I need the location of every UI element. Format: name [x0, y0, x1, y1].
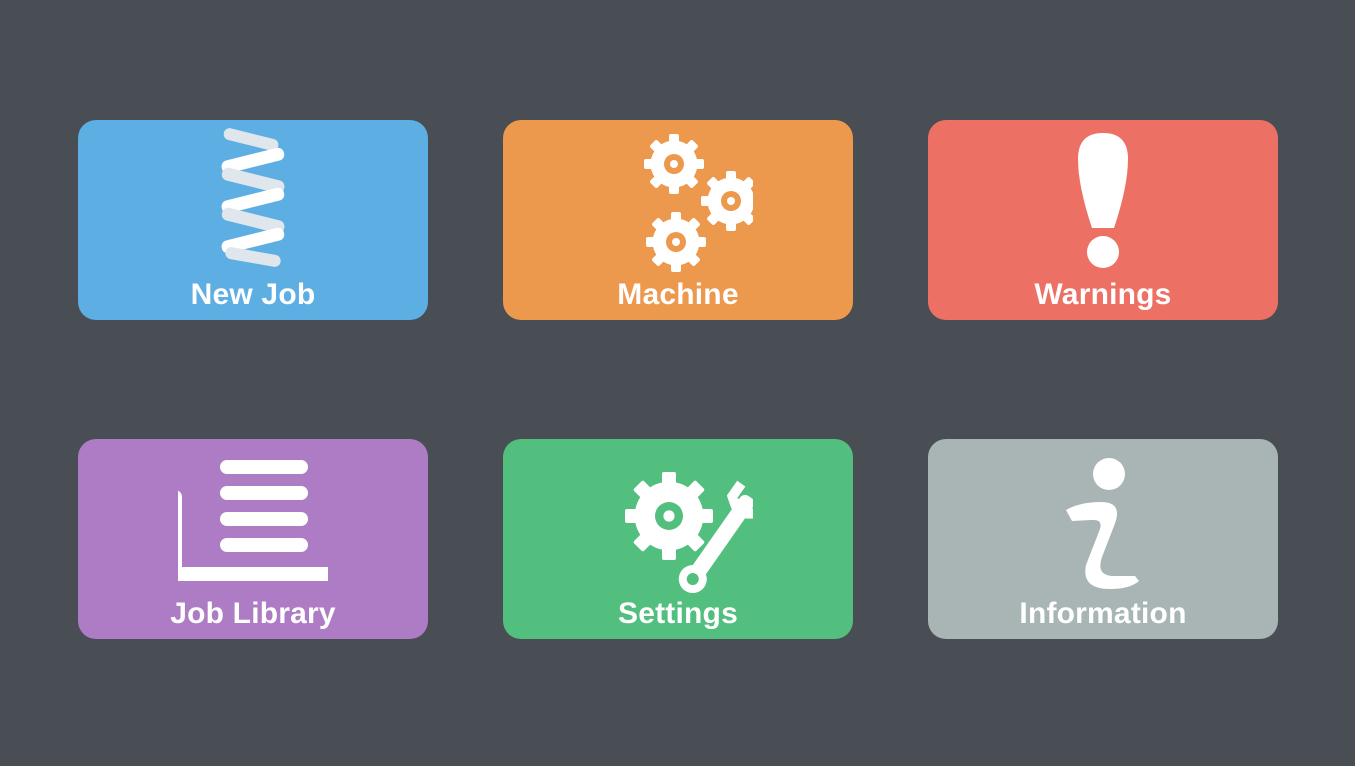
spring-icon	[178, 124, 328, 274]
information-button[interactable]: Information	[928, 439, 1278, 639]
new-job-label: New Job	[190, 278, 316, 311]
information-label: Information	[1019, 597, 1187, 630]
info-icon	[1028, 443, 1178, 593]
warnings-label: Warnings	[1034, 278, 1172, 311]
new-job-button[interactable]: New Job	[78, 120, 428, 320]
machine-label: Machine	[617, 278, 739, 311]
warnings-button[interactable]: Warnings	[928, 120, 1278, 320]
gears-icon	[603, 124, 753, 274]
job-library-button[interactable]: Job Library	[78, 439, 428, 639]
library-tray-icon	[178, 443, 328, 593]
job-library-label: Job Library	[170, 597, 336, 630]
machine-button[interactable]: Machine	[503, 120, 853, 320]
gear-wrench-icon	[603, 443, 753, 593]
exclamation-icon	[1028, 124, 1178, 274]
settings-label: Settings	[618, 597, 738, 630]
settings-button[interactable]: Settings	[503, 439, 853, 639]
